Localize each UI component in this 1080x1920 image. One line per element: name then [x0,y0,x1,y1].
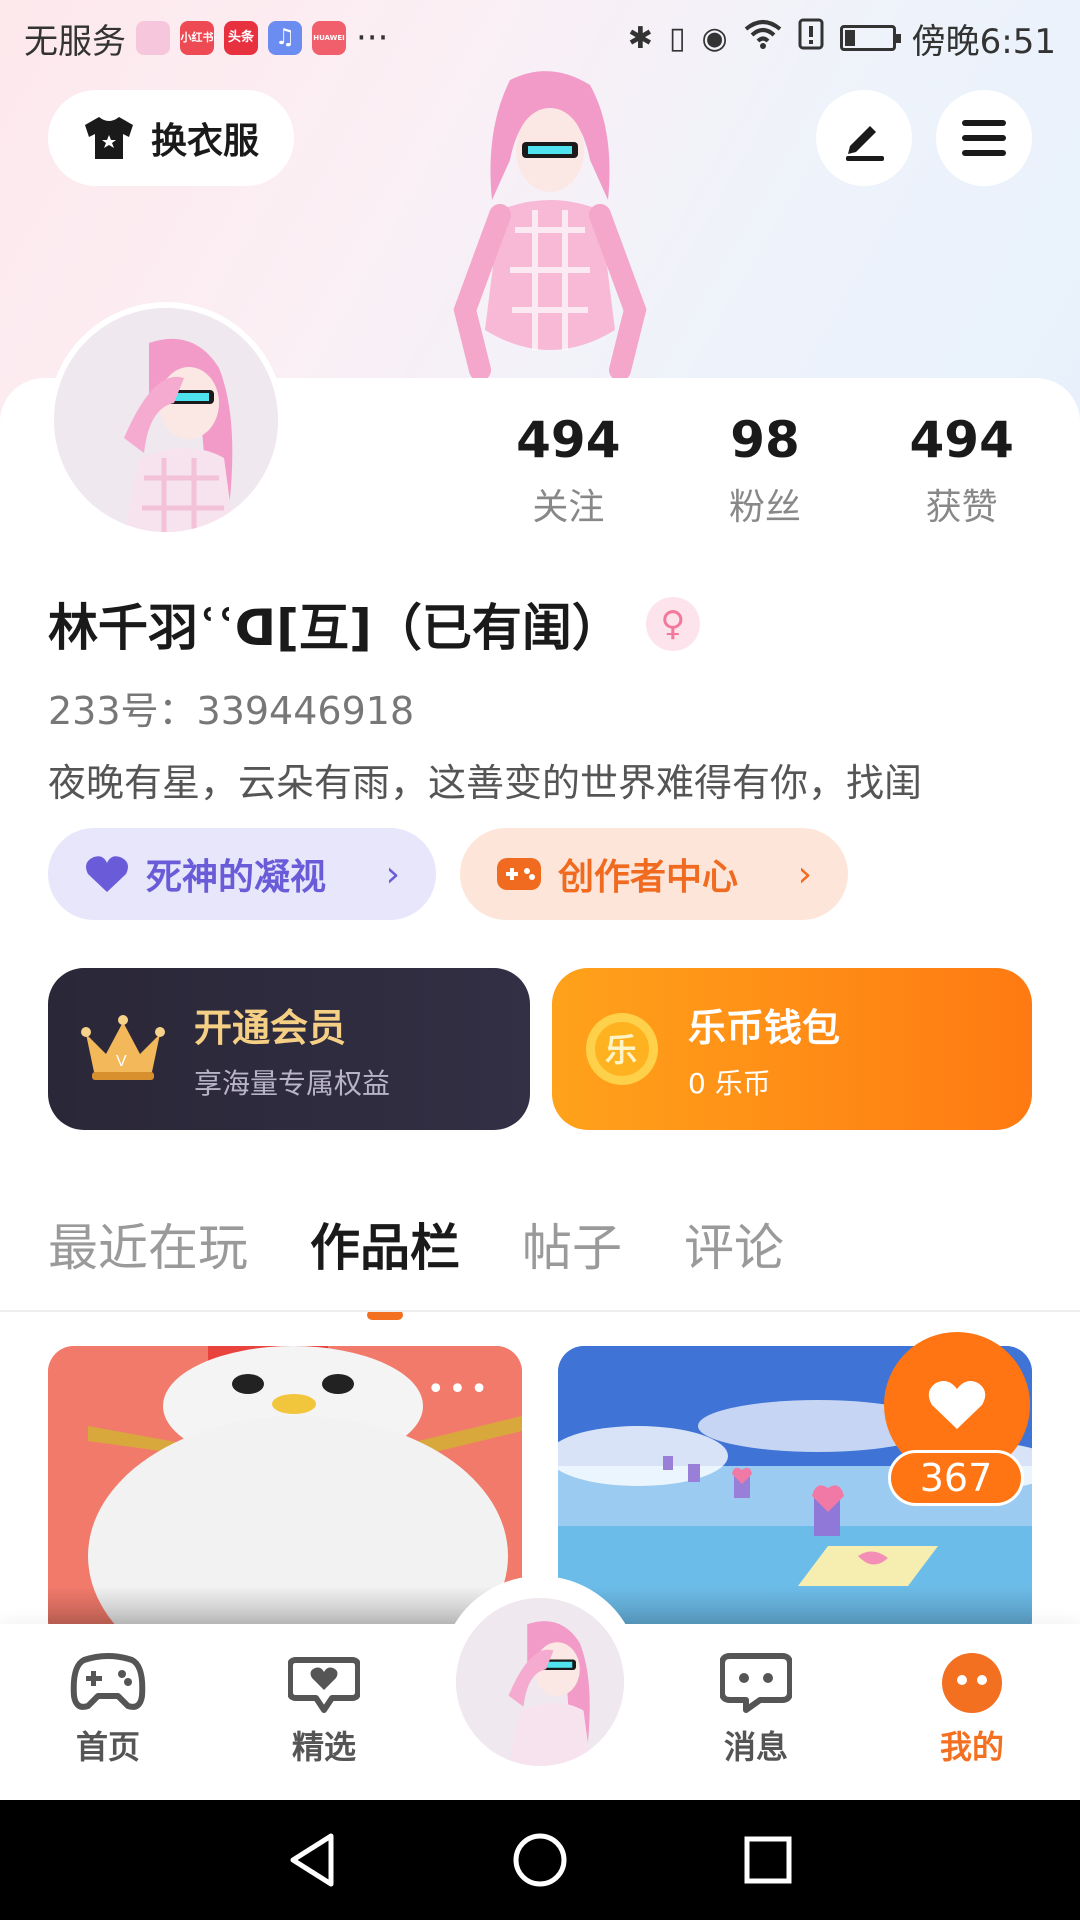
tshirt-icon [84,117,133,159]
likes-label: 获赞 [925,487,998,528]
alert-icon [798,18,824,58]
tab-posts[interactable]: 帖子 [522,1208,622,1280]
nav-avatar-image [456,1598,624,1766]
status-right: ✱ ▯ ◉ 傍晚6:51 [628,14,1056,63]
nav-featured-label: 精选 [291,1728,356,1766]
avatar[interactable] [48,302,284,538]
heart-chat-icon [287,1657,361,1713]
profile-stats: 494 关注 98 粉丝 494 获赞 [470,408,1060,530]
toutiao-app-icon: 头条 [224,21,258,55]
coin-icon: 乐 [586,1013,658,1085]
wallet-balance: 0 乐币 [688,1066,771,1100]
pen-icon [846,126,884,161]
tab-divider [0,1310,1080,1312]
female-gender-icon: ♀ [645,597,700,651]
music-app-icon: ♫ [268,21,302,55]
work-card-snowman[interactable]: ••• [48,1346,522,1646]
vip-text-group: 开通会员 享海量专属权益 [194,997,390,1102]
message-icon [719,1653,793,1713]
user-id[interactable]: 233号：339446918 [48,680,414,735]
wifi-icon [744,19,782,57]
menu-button[interactable] [936,90,1032,186]
gamepad-icon [70,1653,146,1710]
creator-center-button[interactable]: 创作者中心 › [460,828,848,920]
more-notifications-text: ··· [356,18,389,58]
eye-comfort-icon: ◉ [701,20,728,56]
like-count: 367 [888,1450,1024,1506]
tab-works[interactable]: 作品栏 [310,1208,460,1320]
gamepad-icon [497,858,541,890]
change-outfit-label: 换衣服 [150,121,259,162]
user-bio: 夜晚有星，云朵有雨，这善变的世界难得有你，找闺 [48,761,923,805]
edit-profile-button[interactable] [816,90,912,186]
vip-membership-card[interactable]: V 开通会员 享海量专属权益 [48,968,530,1130]
bluetooth-icon: ✱ [627,20,653,56]
coin-char: 乐 [605,1031,637,1069]
character-model-image [453,71,647,380]
chevron-right-icon: › [797,853,812,895]
nav-me[interactable]: 我的 [902,1652,1042,1768]
back-icon[interactable] [287,1832,337,1888]
followers-label: 粉丝 [729,487,802,528]
nav-avatar-button[interactable] [456,1598,624,1766]
title-badge-label: 死神的凝视 [146,857,327,898]
nav-featured[interactable]: 精选 [254,1652,394,1768]
vip-subtitle: 享海量专属权益 [194,1066,391,1100]
status-bar: 无服务 小红书 头条 ♫ HUAWEI ··· ✱ ▯ ◉ 傍晚6:51 [0,0,1080,76]
wallet-title: 乐币钱包 [688,1005,841,1050]
likes-count: 494 [909,411,1014,469]
nav-home[interactable]: 首页 [38,1652,178,1768]
stat-likes[interactable]: 494 获赞 [863,408,1060,530]
creator-center-label: 创作者中心 [558,857,739,898]
tab-comments[interactable]: 评论 [684,1208,784,1280]
username: 林千羽ʿʿᗡ[互]（已有闺） [48,599,622,657]
battery-icon [839,25,901,51]
stat-followers[interactable]: 98 粉丝 [667,408,864,530]
vip-title: 开通会员 [194,1005,347,1050]
svg-text:V: V [116,1053,127,1070]
nav-messages-label: 消息 [723,1728,788,1766]
following-label: 关注 [532,487,605,528]
recent-apps-icon[interactable] [743,1835,793,1885]
title-badge-button[interactable]: 死神的凝视 › [48,828,436,920]
huawei-app-icon: HUAWEI [312,21,346,55]
nav-messages[interactable]: 消息 [686,1652,826,1768]
avatar-image [54,308,278,532]
following-count: 494 [516,411,621,469]
purple-heart-icon [86,856,128,892]
vibrate-icon: ▯ [668,20,686,56]
username-row: 林千羽ʿʿᗡ[互]（已有闺） ♀ [48,588,700,660]
status-left: 无服务 小红书 头条 ♫ HUAWEI ··· [24,14,388,63]
xiaohongshu-app-icon: 小红书 [180,21,214,55]
stat-following[interactable]: 494 关注 [470,408,667,530]
followers-count: 98 [730,411,800,469]
profile-face-icon [942,1653,1002,1713]
wallet-text-group: 乐币钱包 0 乐币 [688,997,840,1102]
heart-icon [928,1381,986,1429]
chevron-right-icon: › [385,853,400,895]
system-navigation-bar [0,1800,1080,1920]
content-tabs: 最近在玩 作品栏 帖子 评论 [48,1208,784,1320]
coin-wallet-card[interactable]: 乐 乐币钱包 0 乐币 [552,968,1032,1130]
change-outfit-button[interactable]: 换衣服 [48,90,294,186]
tab-recently-played[interactable]: 最近在玩 [48,1208,248,1280]
clock-text: 傍晚6:51 [911,21,1056,62]
photos-app-icon [136,21,170,55]
more-options-icon[interactable]: ••• [427,1372,492,1407]
hamburger-icon [962,120,1006,156]
nav-home-label: 首页 [75,1728,140,1766]
carrier-text: 无服务 [24,21,126,62]
nav-me-label: 我的 [939,1728,1004,1766]
crown-icon: V [81,1015,165,1080]
home-circle-icon[interactable] [512,1832,568,1888]
